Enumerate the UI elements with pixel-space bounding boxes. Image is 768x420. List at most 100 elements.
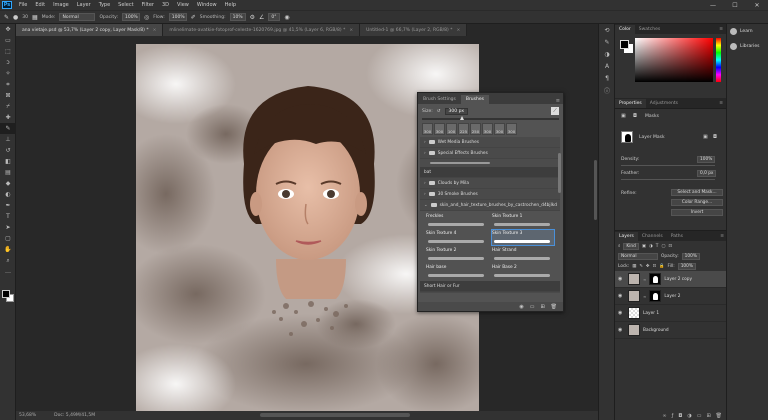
brush-tool-icon[interactable]: ✎: [0, 123, 16, 134]
recent-brush[interactable]: 100: [446, 123, 457, 135]
new-adjustment-layer-icon[interactable]: ◑: [687, 413, 691, 419]
blend-mode-select[interactable]: Normal: [618, 252, 658, 260]
type-tool-icon[interactable]: T: [0, 211, 16, 222]
brush-panel-icon[interactable]: ✎: [599, 36, 615, 48]
delete-layer-trash-icon[interactable]: 🗑: [716, 413, 722, 419]
eraser-tool-icon[interactable]: ◧: [0, 156, 16, 167]
layer-row[interactable]: ◉ Background: [615, 322, 727, 339]
blur-tool-icon[interactable]: ◆: [0, 178, 16, 189]
recent-brush[interactable]: 300: [422, 123, 433, 135]
menu-layer[interactable]: Layer: [73, 2, 95, 8]
lock-transparent-icon[interactable]: ▦: [632, 264, 636, 269]
hue-slider[interactable]: [716, 38, 721, 82]
doc-tab[interactable]: Untitled-1 @ 66,7% (Layer 2, RGB/8) * ×: [360, 24, 468, 36]
brush-group-expanded[interactable]: ⌄ skin_and_hair_texture_brushes_by_castro…: [420, 200, 560, 211]
brush-group[interactable]: › Clouds by Mila: [420, 178, 560, 189]
filter-shape-icon[interactable]: ▢: [661, 244, 665, 249]
close-tab-icon[interactable]: ×: [349, 28, 353, 33]
minimize-icon[interactable]: —: [702, 0, 724, 10]
flow-field[interactable]: 100%: [168, 13, 187, 21]
filter-adjustment-icon[interactable]: ◑: [649, 244, 653, 249]
brush-preset-picker-icon[interactable]: ●: [13, 14, 18, 21]
brush-stroke-preview[interactable]: [420, 159, 560, 167]
color-field[interactable]: [635, 38, 713, 82]
select-pixel-mask-icon[interactable]: ▣: [703, 134, 708, 140]
angle-field[interactable]: 0°: [268, 13, 281, 21]
gradient-tool-icon[interactable]: ▤: [0, 167, 16, 178]
lock-artboard-icon[interactable]: ⊡: [653, 264, 657, 269]
add-mask-icon[interactable]: ◘: [678, 413, 682, 419]
layer-mask-thumbnail[interactable]: [649, 273, 662, 285]
pen-tool-icon[interactable]: ✒: [0, 200, 16, 211]
more-tools-icon[interactable]: …: [0, 266, 16, 277]
density-field[interactable]: 100%: [697, 156, 716, 163]
panel-menu-icon[interactable]: ≡: [556, 98, 563, 104]
layer-name[interactable]: Layer 2 copy: [664, 277, 692, 282]
menu-type[interactable]: Type: [95, 2, 114, 8]
tab-swatches[interactable]: Swatches: [635, 25, 665, 34]
layer-row[interactable]: ◉ ∞ Layer 2: [615, 288, 727, 305]
brush-cell[interactable]: Hair base: [426, 264, 488, 279]
layer-style-fx-icon[interactable]: ƒ: [672, 413, 674, 419]
brush-group[interactable]: › 30 Smoke Brushes: [420, 189, 560, 200]
filter-pixel-icon[interactable]: ▣: [642, 244, 646, 249]
panel-menu-icon[interactable]: ≡: [715, 25, 726, 34]
link-chain-icon[interactable]: ∞: [643, 277, 646, 282]
tab-properties[interactable]: Properties: [615, 99, 646, 108]
filter-kind-select[interactable]: Kind: [623, 242, 639, 250]
menu-3d[interactable]: 3D: [158, 2, 173, 8]
close-tab-icon[interactable]: ×: [153, 28, 157, 33]
dodge-tool-icon[interactable]: ◐: [0, 189, 16, 200]
mode-select[interactable]: Normal: [59, 13, 96, 21]
foreground-color-swatch[interactable]: [620, 40, 629, 49]
new-layer-icon[interactable]: ⊞: [706, 413, 710, 419]
doc-tab[interactable]: mlinelimate-avatkie-fotoprof-celeste-162…: [163, 24, 361, 36]
brush-cell[interactable]: Hair Base 2: [492, 264, 554, 279]
layer-row-selected[interactable]: ◉ ∞ Layer 2 copy: [615, 271, 727, 288]
fill-field[interactable]: 100%: [677, 262, 696, 270]
collapse-icon[interactable]: ⌄: [424, 203, 428, 208]
lock-all-icon[interactable]: 🔒: [659, 264, 664, 269]
menu-help[interactable]: Help: [221, 2, 240, 8]
brush-cell[interactable]: Hair Strand: [492, 247, 554, 262]
visibility-eye-icon[interactable]: ◉: [618, 310, 625, 316]
brush-cell-selected[interactable]: Skin Texture 3: [491, 229, 555, 246]
recent-brush[interactable]: 250: [470, 123, 481, 135]
pressure-size-icon[interactable]: ◉: [284, 14, 289, 21]
learn-panel-button[interactable]: Learn: [727, 24, 768, 39]
brush-size-value[interactable]: 30: [22, 15, 28, 20]
recent-brush[interactable]: 300: [506, 123, 517, 135]
new-group-folder-icon[interactable]: ▭: [530, 304, 535, 310]
recent-brush[interactable]: 300: [482, 123, 493, 135]
menu-filter[interactable]: Filter: [138, 2, 158, 8]
reset-size-icon[interactable]: ↺: [437, 109, 441, 114]
menu-window[interactable]: Window: [193, 2, 221, 8]
layer-name[interactable]: Background: [643, 328, 669, 333]
smoothing-field[interactable]: 10%: [229, 13, 246, 21]
tab-color[interactable]: Color: [615, 25, 635, 34]
link-layers-icon[interactable]: ∞: [662, 413, 666, 419]
feather-field[interactable]: 0,0 px: [697, 170, 717, 177]
menu-edit[interactable]: Edit: [31, 2, 49, 8]
tab-paths[interactable]: Paths: [667, 232, 687, 241]
eyedropper-tool-icon[interactable]: ⌿: [0, 101, 16, 112]
expand-icon[interactable]: ›: [424, 151, 426, 156]
lock-position-icon[interactable]: ✥: [646, 264, 650, 269]
brush-tool-icon[interactable]: ✎: [4, 14, 9, 21]
new-group-folder-icon[interactable]: ▭: [697, 413, 702, 419]
layer-name[interactable]: Layer 2: [664, 294, 680, 299]
clone-stamp-tool-icon[interactable]: ⊥: [0, 134, 16, 145]
history-panel-icon[interactable]: ⟲: [599, 24, 615, 36]
tab-layers[interactable]: Layers: [615, 232, 638, 241]
recent-brush[interactable]: 300: [434, 123, 445, 135]
brush-item[interactable]: bat: [420, 167, 560, 178]
brush-group[interactable]: › Wet Media Brushes: [420, 137, 560, 148]
hand-tool-icon[interactable]: ✋: [0, 244, 16, 255]
frame-tool-icon[interactable]: ⊠: [0, 90, 16, 101]
link-chain-icon[interactable]: ∞: [643, 294, 646, 299]
pressure-opacity-icon[interactable]: ◎: [144, 14, 149, 21]
brush-cell[interactable]: Skin Texture 2: [426, 247, 488, 262]
delete-brush-trash-icon[interactable]: 🗑: [551, 304, 557, 310]
visibility-eye-icon[interactable]: ◉: [618, 293, 625, 299]
size-field[interactable]: 300 px: [444, 107, 469, 115]
